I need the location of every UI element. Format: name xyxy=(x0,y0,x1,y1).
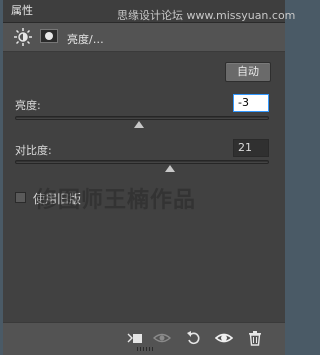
layer-mask-icon[interactable] xyxy=(40,29,58,43)
tab-properties[interactable]: 属性 xyxy=(7,3,37,19)
resize-grip[interactable] xyxy=(137,347,153,351)
brightness-slider[interactable] xyxy=(15,116,269,120)
panel-titlebar: 属性 思缘设计论坛 www.missyuan.com xyxy=(3,0,295,23)
legacy-checkbox[interactable] xyxy=(15,192,26,203)
watermark-author: 修图师王楠作品 xyxy=(35,187,197,213)
brightness-sun-icon[interactable] xyxy=(13,27,33,47)
panel-body: 自动 亮度: -3 对比度: 21 使用旧版 修图师王楠作品 xyxy=(3,52,285,322)
eye-icon[interactable] xyxy=(215,329,233,347)
reset-icon[interactable] xyxy=(185,329,203,347)
contrast-input[interactable]: 21 xyxy=(233,139,269,157)
view-previous-state-icon[interactable] xyxy=(153,329,171,347)
trash-icon[interactable] xyxy=(246,329,264,347)
brightness-label: 亮度: xyxy=(15,99,41,112)
watermark-top: 思缘设计论坛 www.missyuan.com xyxy=(117,9,296,22)
contrast-label: 对比度: xyxy=(15,144,52,157)
auto-button[interactable]: 自动 xyxy=(225,62,271,82)
panel-bottom-toolbar xyxy=(3,322,285,355)
panel-header-title: 亮度/… xyxy=(67,33,104,46)
properties-panel: 属性 思缘设计论坛 www.missyuan.com 亮度/… 自动 亮度: -… xyxy=(3,0,295,355)
contrast-slider[interactable] xyxy=(15,160,269,164)
panel-header: 亮度/… xyxy=(3,23,285,52)
clip-to-layer-icon[interactable] xyxy=(125,329,143,347)
brightness-slider-thumb[interactable] xyxy=(134,121,145,128)
brightness-input[interactable]: -3 xyxy=(233,94,269,112)
contrast-slider-thumb[interactable] xyxy=(164,165,175,172)
